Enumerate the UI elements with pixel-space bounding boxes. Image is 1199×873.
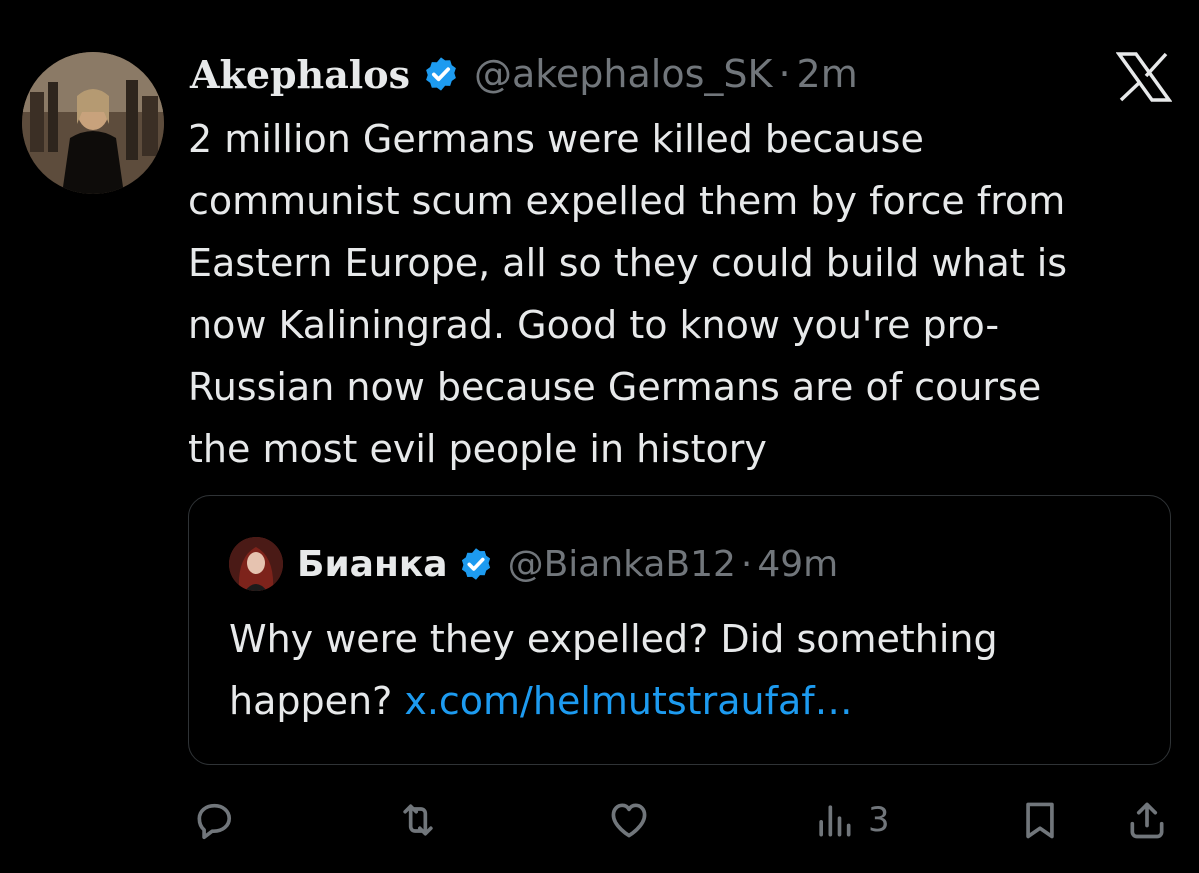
quoted-header-separator: ·: [740, 543, 753, 585]
like-button[interactable]: [607, 790, 651, 850]
quoted-tweet-timestamp[interactable]: 49m: [757, 544, 838, 585]
author-name[interactable]: Akephalos: [190, 52, 410, 97]
author-avatar-image: [22, 52, 164, 194]
header-separator: ·: [778, 52, 791, 96]
analytics-icon: [819, 805, 851, 837]
reply-button[interactable]: [192, 790, 236, 850]
heart-icon: [611, 803, 647, 838]
quoted-author-avatar[interactable]: [229, 537, 283, 591]
action-bar: 3: [0, 790, 1199, 850]
quoted-author-name[interactable]: Бианка: [297, 544, 448, 585]
tweet-header: Akephalos @akephalos_SK · 2m: [190, 46, 858, 102]
quoted-tweet-text: Why were they expelled? Did something ha…: [229, 608, 1129, 732]
views-count: 3: [868, 800, 890, 840]
tweet-text: 2 million Germans were killed because co…: [188, 117, 1068, 471]
x-logo-icon: [1116, 52, 1172, 102]
verified-badge-icon: [461, 548, 490, 580]
share-icon: [1130, 802, 1164, 839]
quoted-tweet[interactable]: Бианка @BiankaB12 · 49m Why were they ex…: [188, 495, 1171, 765]
tweet-timestamp[interactable]: 2m: [797, 52, 858, 96]
retweet-button[interactable]: [396, 790, 440, 850]
bookmark-icon: [1026, 802, 1054, 839]
reply-icon: [197, 803, 232, 840]
quoted-tweet-link[interactable]: x.com/helmutstraufaf…: [404, 679, 852, 723]
bookmark-button[interactable]: [1018, 790, 1062, 850]
quoted-author-handle[interactable]: @BiankaB12: [508, 544, 736, 585]
quoted-author-avatar-image: [229, 537, 283, 591]
author-handle[interactable]: @akephalos_SK: [474, 52, 772, 96]
author-avatar[interactable]: [22, 52, 164, 194]
verified-badge-icon: [426, 57, 456, 91]
retweet-icon: [403, 804, 433, 836]
tweet[interactable]: Akephalos @akephalos_SK · 2m 2 million G…: [0, 0, 1199, 873]
quoted-tweet-header: Бианка @BiankaB12 · 49m: [229, 536, 838, 592]
share-button[interactable]: [1125, 790, 1169, 850]
views-button[interactable]: 3: [812, 790, 890, 850]
